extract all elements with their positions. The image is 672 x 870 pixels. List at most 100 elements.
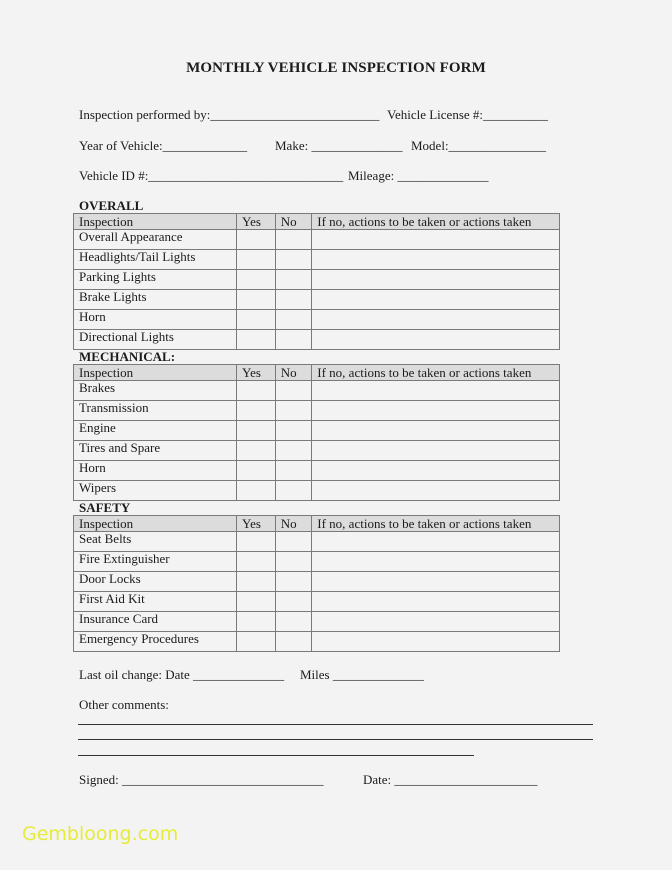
no-cell[interactable] [274, 249, 313, 270]
actions-cell[interactable] [311, 380, 560, 401]
make-field[interactable]: Make: ______________ [275, 138, 402, 154]
item-label: Headlights/Tail Lights [72, 249, 238, 270]
oil-change-date-field[interactable]: Last oil change: Date ______________ [79, 667, 284, 683]
table-row: Brake Lights [72, 289, 560, 310]
table-row: Directional Lights [72, 329, 560, 350]
yes-cell[interactable] [236, 289, 276, 310]
table-row: Door Locks [72, 571, 560, 592]
yes-cell[interactable] [236, 400, 276, 421]
oil-change-miles-field[interactable]: Miles ______________ [300, 667, 424, 683]
yes-cell[interactable] [236, 591, 276, 612]
item-label: Horn [72, 309, 238, 330]
actions-cell[interactable] [311, 229, 560, 250]
actions-cell[interactable] [311, 631, 560, 652]
comment-line-1[interactable] [78, 724, 593, 725]
actions-cell[interactable] [311, 420, 560, 441]
no-cell[interactable] [274, 631, 313, 652]
no-cell[interactable] [274, 269, 313, 290]
no-cell[interactable] [274, 420, 313, 441]
yes-cell[interactable] [236, 420, 276, 441]
no-cell[interactable] [274, 289, 313, 310]
header-no: No [274, 213, 313, 230]
model-field[interactable]: Model:_______________ [411, 138, 546, 154]
no-cell[interactable] [274, 480, 313, 501]
table-row: Seat Belts [72, 531, 560, 552]
table-header-row: Inspection Yes No If no, actions to be t… [72, 515, 560, 532]
header-inspection: Inspection [72, 515, 238, 532]
actions-cell[interactable] [311, 480, 560, 501]
vehicle-license-field[interactable]: Vehicle License #:__________ [387, 107, 548, 123]
table-row: Transmission [72, 400, 560, 421]
watermark-logo: Gembloong.com [22, 823, 179, 845]
no-cell[interactable] [274, 329, 313, 350]
table-row: Tires and Spare [72, 440, 560, 461]
yes-cell[interactable] [236, 380, 276, 401]
header-no: No [274, 364, 313, 381]
actions-cell[interactable] [311, 571, 560, 592]
item-label: Directional Lights [72, 329, 238, 350]
no-cell[interactable] [274, 380, 313, 401]
no-cell[interactable] [274, 531, 313, 552]
actions-cell[interactable] [311, 551, 560, 572]
no-cell[interactable] [274, 229, 313, 250]
yes-cell[interactable] [236, 480, 276, 501]
header-inspection: Inspection [72, 213, 238, 230]
yes-cell[interactable] [236, 309, 276, 330]
actions-cell[interactable] [311, 289, 560, 310]
form-title: MONTHLY VEHICLE INSPECTION FORM [186, 60, 486, 76]
table-row: Overall Appearance [72, 229, 560, 250]
yes-cell[interactable] [236, 571, 276, 592]
no-cell[interactable] [274, 551, 313, 572]
yes-cell[interactable] [236, 329, 276, 350]
safety-table: Inspection Yes No If no, actions to be t… [72, 515, 560, 652]
year-of-vehicle-field[interactable]: Year of Vehicle:_____________ [79, 138, 247, 154]
yes-cell[interactable] [236, 631, 276, 652]
table-row: Parking Lights [72, 269, 560, 290]
comment-line-3[interactable] [78, 755, 474, 756]
section-title-mechanical: MECHANICAL: [79, 349, 176, 364]
actions-cell[interactable] [311, 531, 560, 552]
no-cell[interactable] [274, 440, 313, 461]
table-row: Insurance Card [72, 611, 560, 632]
comment-line-2[interactable] [78, 739, 593, 740]
item-label: Overall Appearance [72, 229, 238, 250]
actions-cell[interactable] [311, 249, 560, 270]
yes-cell[interactable] [236, 269, 276, 290]
inspection-performed-by-field[interactable]: Inspection performed by:________________… [79, 107, 379, 123]
section-title-safety: SAFETY [79, 500, 131, 515]
date-field[interactable]: Date: ______________________ [363, 772, 537, 788]
item-label: Wipers [72, 480, 238, 501]
no-cell[interactable] [274, 460, 313, 481]
signed-field[interactable]: Signed: _______________________________ [79, 772, 323, 788]
overall-table: Inspection Yes No If no, actions to be t… [72, 213, 560, 350]
no-cell[interactable] [274, 400, 313, 421]
yes-cell[interactable] [236, 531, 276, 552]
actions-cell[interactable] [311, 269, 560, 290]
table-row: Fire Extinguisher [72, 551, 560, 572]
table-row: Emergency Procedures [72, 631, 560, 652]
other-comments-label: Other comments: [79, 697, 169, 712]
vehicle-id-field[interactable]: Vehicle ID #:___________________________… [79, 168, 343, 184]
yes-cell[interactable] [236, 440, 276, 461]
header-yes: Yes [236, 213, 276, 230]
item-label: Seat Belts [72, 531, 238, 552]
yes-cell[interactable] [236, 551, 276, 572]
actions-cell[interactable] [311, 329, 560, 350]
actions-cell[interactable] [311, 611, 560, 632]
yes-cell[interactable] [236, 460, 276, 481]
yes-cell[interactable] [236, 611, 276, 632]
actions-cell[interactable] [311, 400, 560, 421]
mileage-field[interactable]: Mileage: ______________ [348, 168, 488, 184]
no-cell[interactable] [274, 309, 313, 330]
yes-cell[interactable] [236, 229, 276, 250]
actions-cell[interactable] [311, 440, 560, 461]
section-title-overall: OVERALL [79, 198, 144, 213]
yes-cell[interactable] [236, 249, 276, 270]
no-cell[interactable] [274, 591, 313, 612]
header-actions: If no, actions to be taken or actions ta… [311, 364, 560, 381]
actions-cell[interactable] [311, 309, 560, 330]
no-cell[interactable] [274, 611, 313, 632]
actions-cell[interactable] [311, 591, 560, 612]
actions-cell[interactable] [311, 460, 560, 481]
no-cell[interactable] [274, 571, 313, 592]
